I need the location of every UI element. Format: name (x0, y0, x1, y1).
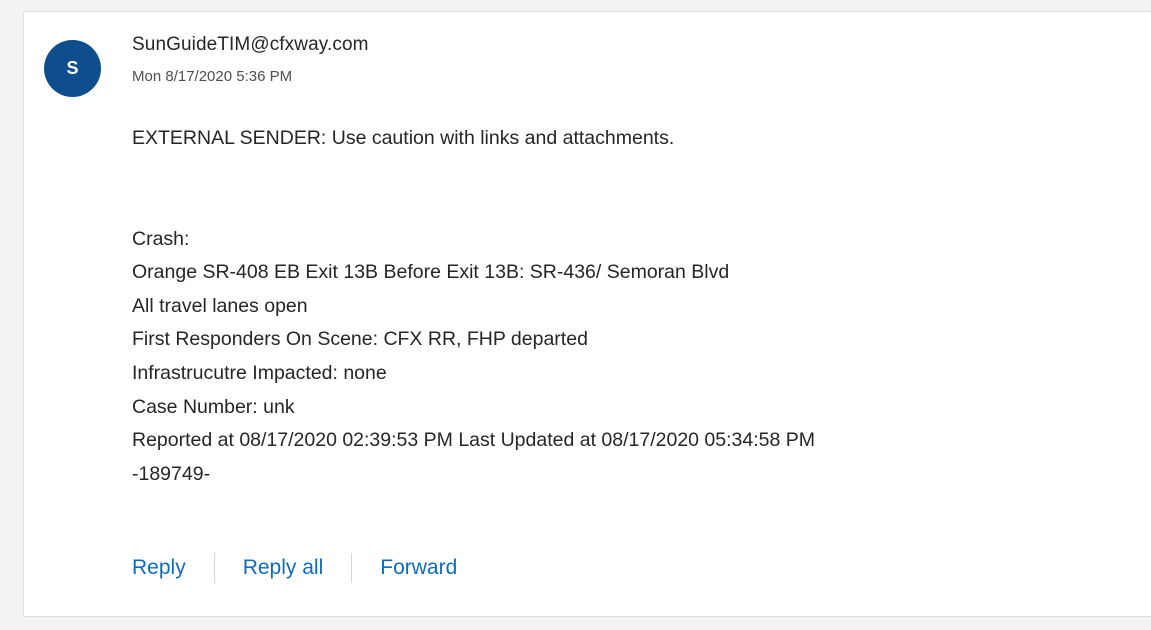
body-line: All travel lanes open (132, 294, 308, 317)
message-timestamp: Mon 8/17/2020 5:36 PM (132, 68, 293, 85)
body-line: Reported at 08/17/2020 02:39:53 PM Last … (132, 429, 816, 452)
action-divider (213, 553, 215, 583)
body-line: Orange SR-408 EB Exit 13B Before Exit 13… (132, 261, 730, 284)
reply-all-button[interactable]: Reply all (243, 556, 324, 580)
forward-button[interactable]: Forward (380, 556, 457, 580)
external-sender-warning: EXTERNAL SENDER: Use caution with links … (132, 127, 675, 149)
sender-address[interactable]: SunGuideTIM@cfxway.com (132, 34, 369, 56)
body-line: First Responders On Scene: CFX RR, FHP d… (132, 328, 588, 351)
reply-button[interactable]: Reply (132, 556, 186, 580)
body-line: -189749- (132, 462, 211, 485)
action-divider (351, 553, 353, 583)
avatar[interactable]: S (44, 40, 101, 97)
message-card: S SunGuideTIM@cfxway.com Mon 8/17/2020 5… (23, 11, 1151, 617)
body-line: Case Number: unk (132, 395, 295, 418)
body-line: Crash: (132, 227, 190, 250)
body-line: Infrastrucutre Impacted: none (132, 361, 387, 384)
message-body: EXTERNAL SENDER: Use caution with links … (132, 122, 1132, 491)
message-actions: Reply Reply all Forward (132, 551, 457, 585)
